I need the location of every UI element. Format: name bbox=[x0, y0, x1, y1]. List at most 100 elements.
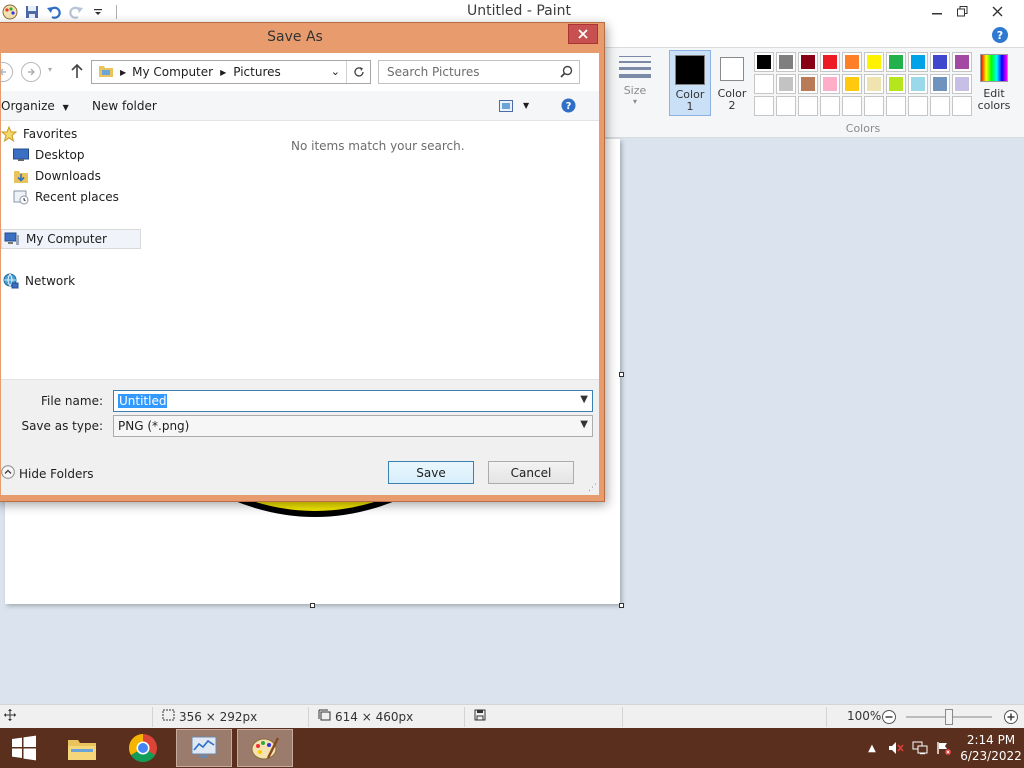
breadcrumb-chevron-icon[interactable]: ▶ bbox=[220, 68, 226, 77]
palette-empty-slot[interactable] bbox=[886, 96, 906, 116]
palette-color-swatch[interactable] bbox=[864, 74, 884, 94]
taskbar-resource-monitor[interactable] bbox=[176, 729, 232, 767]
network-icon[interactable] bbox=[910, 738, 930, 758]
computer-icon bbox=[4, 231, 20, 247]
canvas-resize-handle-right[interactable] bbox=[619, 372, 624, 377]
address-dropdown-chevron-icon[interactable]: ⌄ bbox=[331, 65, 340, 78]
palette-color-swatch[interactable] bbox=[776, 52, 796, 72]
nav-recent-places[interactable]: Recent places bbox=[13, 187, 119, 207]
breadcrumb-pictures[interactable]: Pictures bbox=[233, 65, 281, 79]
dialog-help-button[interactable]: ? bbox=[561, 98, 576, 116]
canvas-size: 614 × 460px bbox=[318, 709, 413, 724]
dialog-close-button[interactable] bbox=[568, 24, 598, 44]
save-as-type-select[interactable]: PNG (*.png) ▼ bbox=[113, 415, 593, 437]
palette-empty-slot[interactable] bbox=[842, 96, 862, 116]
desktop-icon bbox=[13, 147, 29, 163]
selection-size: 356 × 292px bbox=[162, 709, 257, 724]
back-button[interactable] bbox=[0, 62, 13, 82]
file-name-value: Untitled bbox=[118, 394, 168, 408]
palette-color-swatch[interactable] bbox=[864, 52, 884, 72]
canvas-resize-handle-bottom[interactable] bbox=[310, 603, 315, 608]
edit-colors-button[interactable]: Edit colors bbox=[975, 54, 1013, 116]
palette-color-swatch[interactable] bbox=[842, 74, 862, 94]
palette-empty-slot[interactable] bbox=[754, 96, 774, 116]
action-center-flag-icon[interactable] bbox=[934, 738, 954, 758]
start-button[interactable] bbox=[0, 729, 48, 767]
breadcrumb-my-computer[interactable]: My Computer bbox=[132, 65, 213, 79]
refresh-button[interactable] bbox=[346, 61, 370, 83]
close-window-button[interactable] bbox=[982, 0, 1012, 22]
file-name-input[interactable]: Untitled ▼ bbox=[113, 390, 593, 412]
palette-color-swatch[interactable] bbox=[930, 52, 950, 72]
zoom-slider[interactable] bbox=[906, 709, 992, 725]
taskbar-file-explorer[interactable] bbox=[54, 729, 110, 767]
address-bar[interactable]: ▶ My Computer ▶ Pictures ⌄ bbox=[91, 60, 371, 84]
palette-color-swatch[interactable] bbox=[798, 52, 818, 72]
organize-menu-button[interactable]: Organize ▼ bbox=[1, 99, 69, 113]
search-icon[interactable] bbox=[560, 65, 573, 81]
star-icon bbox=[1, 126, 17, 142]
zoom-slider-thumb[interactable] bbox=[945, 709, 953, 725]
status-bar: 356 × 292px 614 × 460px 100% bbox=[0, 704, 1024, 728]
palette-color-swatch[interactable] bbox=[908, 52, 928, 72]
show-hidden-icons-chevron-icon[interactable]: ▲ bbox=[862, 738, 882, 758]
taskbar-paint[interactable] bbox=[237, 729, 293, 767]
palette-color-swatch[interactable] bbox=[754, 74, 774, 94]
speaker-muted-icon[interactable] bbox=[886, 738, 906, 758]
arrow-left-icon bbox=[0, 68, 6, 76]
palette-color-swatch[interactable] bbox=[930, 74, 950, 94]
folder-icon bbox=[68, 740, 96, 760]
palette-color-swatch[interactable] bbox=[952, 52, 972, 72]
palette-empty-slot[interactable] bbox=[908, 96, 928, 116]
cancel-button[interactable]: Cancel bbox=[488, 461, 574, 484]
palette-color-swatch[interactable] bbox=[798, 74, 818, 94]
palette-color-swatch[interactable] bbox=[776, 74, 796, 94]
palette-empty-slot[interactable] bbox=[930, 96, 950, 116]
nav-my-computer[interactable]: My Computer bbox=[1, 229, 141, 249]
palette-empty-slot[interactable] bbox=[820, 96, 840, 116]
zoom-out-button[interactable] bbox=[881, 709, 897, 725]
forward-button[interactable] bbox=[21, 62, 41, 82]
palette-empty-slot[interactable] bbox=[952, 96, 972, 116]
save-button[interactable]: Save bbox=[388, 461, 474, 484]
nav-network[interactable]: Network bbox=[1, 271, 75, 291]
breadcrumb-chevron-icon[interactable]: ▶ bbox=[120, 68, 126, 77]
nav-downloads-label: Downloads bbox=[35, 169, 101, 183]
color2-button[interactable]: Color 2 bbox=[713, 50, 751, 116]
palette-empty-slot[interactable] bbox=[798, 96, 818, 116]
taskbar-chrome[interactable] bbox=[115, 729, 171, 767]
palette-color-swatch[interactable] bbox=[842, 52, 862, 72]
window-title: Untitled - Paint bbox=[467, 3, 571, 19]
size-button[interactable]: Size ▾ bbox=[612, 52, 658, 114]
color2-label-number: 2 bbox=[728, 99, 736, 112]
file-name-dropdown-chevron-icon[interactable]: ▼ bbox=[580, 394, 588, 405]
save-as-type-chevron-icon[interactable]: ▼ bbox=[580, 419, 588, 430]
palette-color-swatch[interactable] bbox=[886, 52, 906, 72]
nav-downloads[interactable]: Downloads bbox=[13, 166, 101, 186]
hide-folders-button[interactable]: Hide Folders bbox=[1, 465, 94, 482]
palette-color-swatch[interactable] bbox=[820, 52, 840, 72]
up-button[interactable] bbox=[70, 62, 84, 83]
search-placeholder: Search Pictures bbox=[387, 65, 480, 79]
palette-color-swatch[interactable] bbox=[886, 74, 906, 94]
recent-locations-chevron-icon[interactable]: ▾ bbox=[48, 65, 52, 74]
palette-color-swatch[interactable] bbox=[908, 74, 928, 94]
nav-favorites[interactable]: Favorites bbox=[1, 124, 77, 144]
change-view-button[interactable] bbox=[499, 100, 513, 115]
nav-desktop[interactable]: Desktop bbox=[13, 145, 85, 165]
palette-color-swatch[interactable] bbox=[952, 74, 972, 94]
new-folder-button[interactable]: New folder bbox=[92, 99, 157, 113]
zoom-in-button[interactable] bbox=[1003, 709, 1019, 725]
restore-button[interactable] bbox=[947, 0, 977, 22]
clock[interactable]: 2:14 PM 6/23/2022 bbox=[958, 732, 1024, 764]
resize-grip-icon[interactable]: ⋰ bbox=[588, 483, 597, 493]
view-options-chevron-icon[interactable]: ▼ bbox=[523, 101, 529, 110]
search-input[interactable]: Search Pictures bbox=[378, 60, 580, 84]
palette-empty-slot[interactable] bbox=[776, 96, 796, 116]
canvas-resize-handle-corner[interactable] bbox=[619, 603, 624, 608]
color1-button[interactable]: Color 1 bbox=[669, 50, 711, 116]
palette-color-swatch[interactable] bbox=[754, 52, 774, 72]
help-icon[interactable]: ? bbox=[992, 27, 1008, 43]
palette-color-swatch[interactable] bbox=[820, 74, 840, 94]
palette-empty-slot[interactable] bbox=[864, 96, 884, 116]
